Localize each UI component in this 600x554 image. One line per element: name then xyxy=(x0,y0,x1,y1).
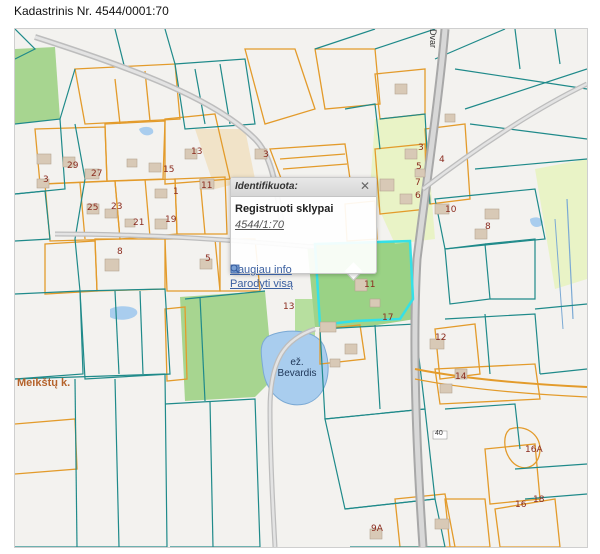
parcel-number-label: 5 xyxy=(416,162,422,172)
cadastral-number-title: Kadastrinis Nr. 4544/0001:70 xyxy=(14,4,169,18)
layer-name: Registruoti sklypai xyxy=(235,203,334,215)
map-background xyxy=(15,29,587,547)
parcel-number-label: 23 xyxy=(111,202,123,212)
parcel-number-label: 6 xyxy=(415,191,421,201)
parcel-number-label: 13 xyxy=(191,147,203,157)
parcel-number-label: 3 xyxy=(418,143,424,153)
parcel-number-label: 8 xyxy=(485,222,491,232)
lake-label: ež. Bevardis xyxy=(277,357,317,379)
map-view[interactable]: 3 29 27 15 13 3 11 1 25 23 21 19 8 5 13 … xyxy=(14,28,588,548)
road-name-label: Dvar xyxy=(428,29,438,49)
parcel-number-label: 14 xyxy=(455,372,467,382)
forest-patch xyxy=(15,47,60,124)
parcel-number-label: 25 xyxy=(87,203,99,213)
parcel-number-label: 3 xyxy=(43,175,49,185)
parcel-number-label: 17 xyxy=(382,313,394,323)
popup-actions: Daugiau info Parodyti visą xyxy=(230,264,293,292)
parcel-number-label: 4 xyxy=(439,155,445,165)
magnifier-icon xyxy=(230,264,240,274)
parcel-number-label: 29 xyxy=(67,161,79,171)
parcel-number-label: 11 xyxy=(364,280,376,290)
parcel-number-label: 19 xyxy=(165,215,177,225)
popup-header: Identifikuota: xyxy=(231,178,376,197)
parcel-number-label: 12 xyxy=(435,333,447,343)
parcel-number-label: 10 xyxy=(445,205,457,215)
parcel-number-label: 18 xyxy=(533,495,545,505)
parcel-number-label: 16A xyxy=(525,445,543,455)
parcel-number-label: 16 xyxy=(515,500,527,510)
parcel-link[interactable]: 4544/1:70 xyxy=(235,219,284,231)
show-all-button[interactable]: Parodyti visą xyxy=(230,264,293,290)
parcel-number-label: 9A xyxy=(371,524,383,534)
identify-popup: Identifikuota: ✕ Registruoti sklypai 454… xyxy=(230,177,377,274)
parcel-number-label: 3 xyxy=(263,150,269,160)
parcel-number-label: 13 xyxy=(283,302,295,312)
village-label: Meikštų k. xyxy=(17,377,71,389)
close-icon[interactable]: ✕ xyxy=(358,179,372,193)
green-area xyxy=(180,291,273,401)
parcel-number-label: 8 xyxy=(117,247,123,257)
parcel-number-label: 15 xyxy=(163,165,175,175)
parcel-number-label: 7 xyxy=(415,178,421,188)
km-label: 40 xyxy=(435,430,443,437)
parcel-number-label: 21 xyxy=(133,218,145,228)
parcel-number-label: 27 xyxy=(91,169,103,179)
parcel-number-label: 5 xyxy=(205,254,211,264)
map-canvas[interactable] xyxy=(15,29,587,547)
show-all-label: Parodyti visą xyxy=(230,278,293,290)
parcel-number-label: 11 xyxy=(201,181,213,191)
parcel-number-label: 1 xyxy=(173,187,179,197)
